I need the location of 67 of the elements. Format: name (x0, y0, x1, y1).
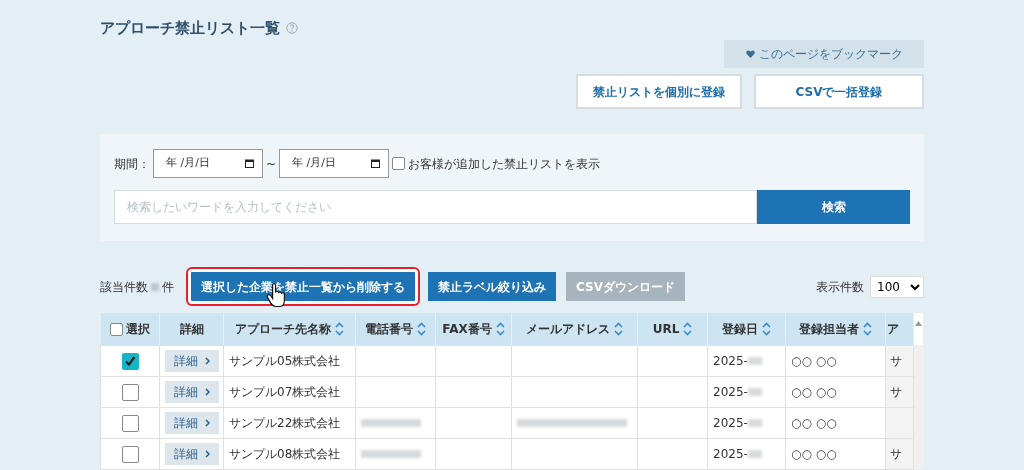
action-button[interactable]: 禁止ラベル絞り込み (428, 272, 556, 301)
sort-icon[interactable] (683, 322, 693, 337)
date-text: 2025- (713, 384, 748, 399)
page-size-select[interactable]: 100 (870, 275, 924, 298)
calendar-icon[interactable] (245, 159, 254, 168)
company-name: サンプル22株式会社 (229, 415, 341, 430)
checkbox-label: お客様が追加した禁止リストを表示 (408, 155, 601, 173)
column-header: ア (887, 321, 899, 336)
detail-button[interactable]: 詳細 (165, 442, 219, 465)
company-name: サンプル07株式会社 (229, 384, 341, 399)
search-button[interactable]: 検索 (757, 190, 910, 224)
date-text: 2025- (713, 353, 748, 368)
masked-date (747, 357, 762, 365)
staff-name: ○○ ○○ (791, 353, 837, 368)
chevron-icon (205, 357, 211, 365)
date-text: 2025- (713, 415, 748, 430)
detail-button[interactable]: 詳細 (165, 411, 219, 434)
page-title: アプローチ禁止リスト一覧 (100, 17, 280, 39)
register-button[interactable]: 禁止リストを個別に登録 (576, 74, 742, 109)
select-all-label: 選択 (125, 321, 150, 336)
sort-icon[interactable] (614, 322, 623, 337)
count-unit: 件 (162, 278, 174, 296)
row-checkbox[interactable] (121, 445, 139, 463)
calendar-icon[interactable] (371, 159, 381, 168)
company-name: サンプル05株式会社 (229, 353, 341, 368)
detail-button[interactable]: 詳細 (165, 349, 219, 372)
chevron-icon (205, 388, 211, 396)
staff-name: ○○ ○○ (791, 384, 837, 399)
search-field[interactable]: 検索したいワードを入力してください (114, 190, 757, 224)
detail-button[interactable]: 詳細 (165, 380, 219, 403)
masked-date (747, 419, 762, 427)
chevron-icon (205, 419, 211, 427)
sort-icon[interactable] (762, 322, 771, 337)
period-label: 期間： (114, 155, 150, 173)
table-cell: サ (890, 384, 902, 399)
masked-date (747, 388, 762, 396)
column-header: 詳細 (179, 321, 204, 336)
scroll-up-icon[interactable] (915, 321, 922, 326)
sort-icon[interactable] (863, 322, 872, 337)
help-icon[interactable] (286, 22, 298, 34)
masked-phone (361, 450, 421, 458)
row-checkbox[interactable] (121, 352, 139, 370)
masked-count (151, 282, 159, 291)
masked-date (747, 450, 762, 458)
company-name: サンプル08株式会社 (229, 446, 341, 461)
range-separator: ~ (266, 155, 277, 173)
sort-icon[interactable] (417, 322, 426, 337)
bookmark-button[interactable]: このページをブックマーク (724, 40, 924, 68)
table-cell: サ (890, 353, 902, 368)
date-field[interactable]: 年 /月/日 (279, 149, 390, 178)
heart-icon (745, 50, 755, 58)
sort-icon[interactable] (495, 322, 505, 337)
checkbox[interactable] (109, 322, 123, 336)
sort-icon[interactable] (335, 322, 344, 337)
count-label: 該当件数 (100, 278, 148, 296)
chevron-icon (205, 450, 211, 458)
row-checkbox[interactable] (121, 414, 139, 432)
table-cell: サ (890, 446, 902, 461)
staff-name: ○○ ○○ (791, 415, 837, 430)
row-checkbox[interactable] (121, 383, 139, 401)
checkbox[interactable] (392, 157, 406, 170)
register-button[interactable]: CSVで一括登録 (754, 74, 924, 109)
masked-phone (361, 419, 421, 427)
staff-name: ○○ ○○ (791, 446, 837, 461)
date-field[interactable]: 年 /月/日 (153, 149, 263, 178)
date-text: 2025- (713, 446, 748, 461)
page-size-label: 表示件数 (816, 278, 864, 296)
